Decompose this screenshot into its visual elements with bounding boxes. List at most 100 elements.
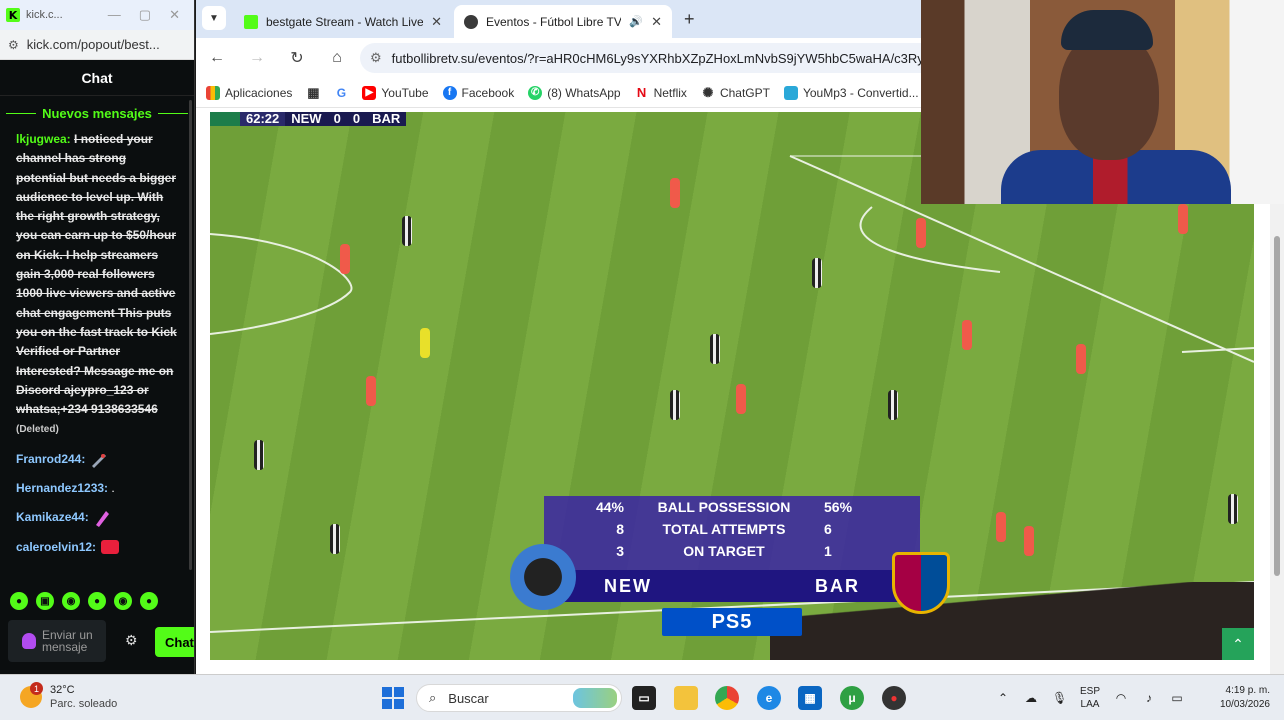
page-scrollbar-thumb[interactable] bbox=[1274, 236, 1280, 576]
bookmark-label: ChatGPT bbox=[719, 85, 770, 100]
kick-logo-icon: K bbox=[6, 8, 20, 22]
new-messages-divider[interactable]: Nuevos mensajes bbox=[0, 100, 194, 126]
emote-3-icon[interactable]: ◉ bbox=[62, 592, 80, 610]
emote-2-icon[interactable]: ▣ bbox=[36, 592, 54, 610]
teams-bar: NEW BAR bbox=[544, 570, 920, 602]
clock-date: 10/03/2026 bbox=[1219, 699, 1270, 710]
chat-message-input[interactable]: Enviar un mensaje bbox=[8, 620, 106, 662]
forward-arrow-icon[interactable]: → bbox=[248, 49, 266, 67]
chat-username[interactable]: Kamikaze44: bbox=[16, 510, 89, 524]
edge-icon[interactable]: e bbox=[757, 686, 781, 710]
stat-label: ON TARGET bbox=[683, 543, 765, 559]
barcelona-player bbox=[1024, 526, 1034, 556]
barcelona-player bbox=[736, 384, 746, 414]
barcelona-player bbox=[340, 244, 350, 274]
chat-username[interactable]: caleroelvin12: bbox=[16, 540, 96, 554]
bookmark-label: Aplicaciones bbox=[225, 85, 293, 100]
reload-icon[interactable]: ↻ bbox=[288, 48, 306, 68]
media-app-icon[interactable]: ● bbox=[882, 686, 906, 710]
emote-1-icon[interactable]: ● bbox=[10, 592, 28, 610]
file-explorer-icon[interactable] bbox=[674, 686, 698, 710]
bookmark-grid[interactable]: ▦ bbox=[306, 85, 320, 100]
wifi-icon[interactable]: ◠ bbox=[1114, 691, 1128, 705]
newcastle-player bbox=[888, 390, 898, 420]
tab-eventos-futbol-libre[interactable]: Eventos - Fútbol Libre TV 🔊 ✕ bbox=[454, 5, 672, 38]
emote-5-icon[interactable]: ◉ bbox=[114, 592, 132, 610]
kick-url-bar[interactable]: ⚙ kick.com/popout/best... bbox=[0, 30, 194, 60]
page-scrollbar[interactable] bbox=[1270, 200, 1284, 674]
stat-away-value: 56% bbox=[824, 499, 853, 515]
bookmark-netflix[interactable]: N Netflix bbox=[634, 85, 687, 100]
chat-message[interactable]: caleroelvin12: bbox=[16, 538, 178, 557]
back-arrow-icon[interactable]: ← bbox=[208, 49, 226, 67]
bookmark-label: Netflix bbox=[653, 85, 687, 100]
site-info-icon[interactable]: ⚙ bbox=[370, 50, 382, 66]
task-view-icon[interactable]: ▭ bbox=[632, 686, 656, 710]
windows-start-icon[interactable] bbox=[381, 686, 405, 710]
away-team-short: BAR bbox=[366, 112, 407, 126]
chat-username[interactable]: lkjugwea: bbox=[16, 132, 71, 146]
chat-message[interactable]: lkjugwea: I noticed your channel has str… bbox=[16, 130, 178, 440]
chat-scrollbar[interactable] bbox=[189, 100, 192, 570]
taskbar-clock[interactable]: 4:19 p. m. 10/03/2026 bbox=[1208, 684, 1270, 712]
language-indicator[interactable]: ESP LAA bbox=[1080, 685, 1100, 711]
bookmark-whatsapp[interactable]: ✆ (8) WhatsApp bbox=[528, 85, 621, 100]
barcelona-crest-icon bbox=[892, 552, 950, 614]
bookmark-google[interactable]: G bbox=[334, 85, 349, 100]
taskbar-search-box[interactable]: ⌕ Buscar bbox=[416, 684, 622, 712]
tab-title: bestgate Stream - Watch Live o bbox=[266, 14, 424, 29]
onedrive-icon[interactable]: ☁ bbox=[1024, 691, 1038, 705]
chat-send-button[interactable]: Chat bbox=[155, 627, 194, 657]
chat-message[interactable]: Franrod244: bbox=[16, 450, 178, 469]
barcelona-player bbox=[366, 376, 376, 406]
emote-6-icon[interactable]: ● bbox=[140, 592, 158, 610]
microphone-icon[interactable]: 🎙 bbox=[1052, 691, 1067, 705]
streamer-cap bbox=[1061, 10, 1153, 50]
chat-username[interactable]: Hernandez1233: bbox=[16, 481, 108, 495]
stat-home-value: 8 bbox=[616, 521, 624, 537]
chat-message-text: . bbox=[111, 481, 115, 496]
chatgpt-icon: ✺ bbox=[700, 84, 715, 100]
minimize-icon[interactable]: — bbox=[108, 7, 121, 23]
away-score: 0 bbox=[346, 112, 367, 126]
tab-search-chevron-icon[interactable]: ▼ bbox=[202, 6, 226, 30]
bookmark-youtube[interactable]: ▶ YouTube bbox=[362, 85, 429, 100]
store-icon[interactable]: ▦ bbox=[798, 686, 822, 710]
bookmark-label: (8) WhatsApp bbox=[547, 85, 621, 100]
tray-overflow-chevron-icon[interactable]: ⌃ bbox=[996, 691, 1010, 705]
bookmark-aplicaciones[interactable]: Aplicaciones bbox=[206, 85, 293, 100]
emote-4-icon[interactable]: ● bbox=[88, 592, 106, 610]
weather-temperature: 32°C bbox=[50, 684, 75, 696]
chat-message[interactable]: Kamikaze44: bbox=[16, 508, 178, 528]
search-placeholder: Buscar bbox=[448, 690, 489, 706]
volume-icon[interactable]: ♪ bbox=[1142, 691, 1156, 705]
home-icon[interactable]: ⌂ bbox=[328, 49, 346, 67]
tab-audio-icon[interactable]: 🔊 bbox=[629, 15, 643, 28]
whatsapp-icon: ✆ bbox=[528, 85, 543, 100]
bookmark-yoump3[interactable]: YouMp3 - Convertid... bbox=[783, 85, 919, 100]
tab-close-icon[interactable]: ✕ bbox=[651, 14, 662, 30]
maximize-icon[interactable]: ▢ bbox=[139, 7, 151, 23]
chat-message[interactable]: Hernandez1233: . bbox=[16, 479, 178, 498]
battery-icon[interactable]: ▭ bbox=[1170, 691, 1184, 705]
kick-url-text: kick.com/popout/best... bbox=[26, 37, 160, 52]
chrome-taskbar-icon[interactable] bbox=[715, 686, 739, 710]
bookmark-chatgpt[interactable]: ✺ ChatGPT bbox=[700, 84, 770, 100]
close-icon[interactable]: ✕ bbox=[169, 7, 180, 23]
site-info-icon[interactable]: ⚙ bbox=[8, 38, 19, 52]
utorrent-icon[interactable]: μ bbox=[840, 686, 864, 710]
barcelona-player bbox=[962, 320, 972, 350]
tab-close-icon[interactable]: ✕ bbox=[431, 14, 442, 30]
new-tab-plus-icon[interactable]: + bbox=[684, 9, 695, 30]
chat-message-list[interactable]: lkjugwea: I noticed your channel has str… bbox=[0, 126, 194, 557]
tab-bestgate-stream[interactable]: bestgate Stream - Watch Live o ✕ bbox=[234, 5, 452, 38]
mic-icon[interactable] bbox=[22, 633, 36, 649]
scroll-to-top-button[interactable]: ⌃ bbox=[1222, 628, 1254, 660]
team-away-name: BAR bbox=[815, 575, 860, 596]
home-team-short: NEW bbox=[285, 112, 328, 126]
chat-settings-gear-icon[interactable]: ⚙ bbox=[125, 632, 138, 649]
newcastle-player bbox=[670, 390, 680, 420]
bookmark-facebook[interactable]: f Facebook bbox=[442, 85, 514, 100]
weather-widget[interactable]: 1 32°C Parc. soleado bbox=[20, 682, 117, 711]
chat-username[interactable]: Franrod244: bbox=[16, 452, 85, 466]
